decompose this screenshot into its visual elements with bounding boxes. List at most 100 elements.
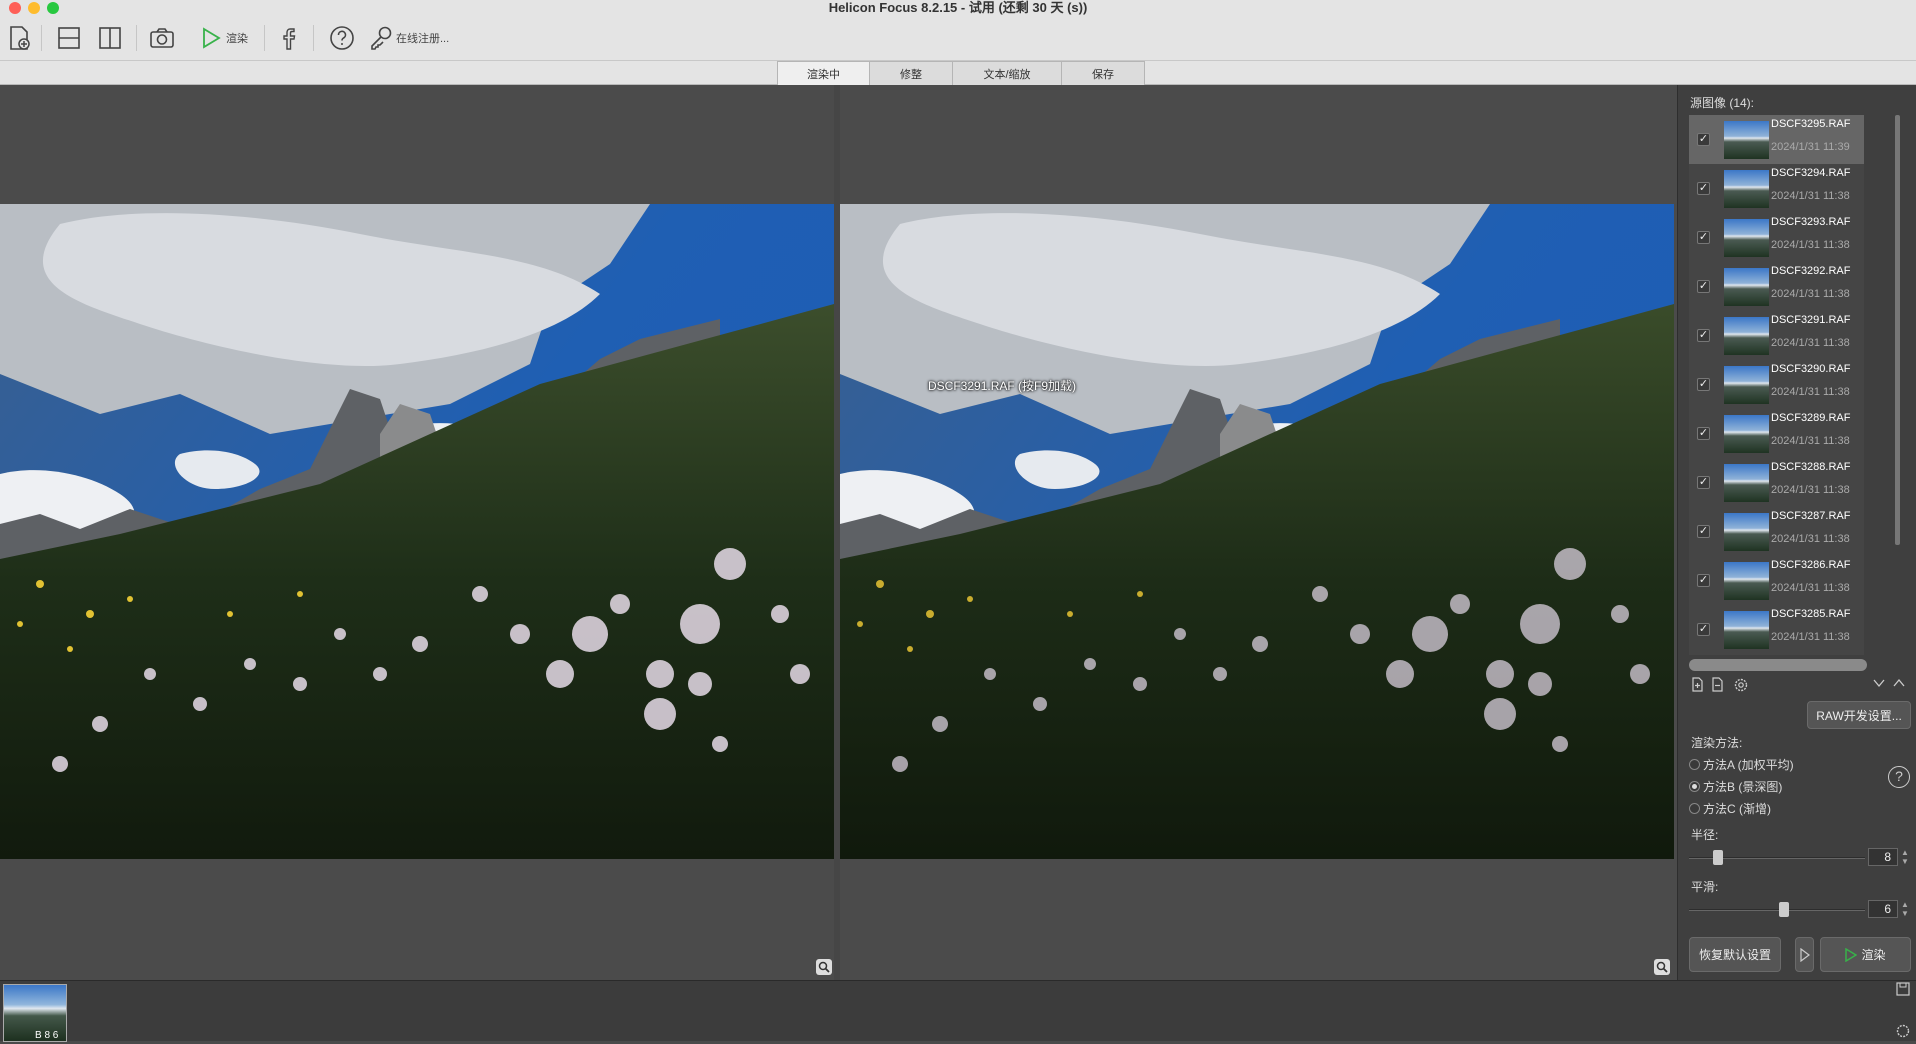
window-title: Helicon Focus 8.2.15 - 试用 (还剩 30 天 (s)) bbox=[828, 0, 1088, 15]
source-date: 2024/1/31 11:38 bbox=[1771, 288, 1850, 300]
zoom-right-button[interactable] bbox=[1654, 959, 1670, 975]
source-image-list[interactable]: ✓ DSCF3295.RAF 2024/1/31 11:39 ✓ DSCF3294.RA… bbox=[1689, 115, 1864, 655]
source-thumbnail bbox=[1724, 316, 1769, 355]
source-thumbnail bbox=[1724, 218, 1769, 257]
source-thumbnail bbox=[1724, 120, 1769, 159]
source-list-vertical-scrollbar[interactable] bbox=[1895, 115, 1900, 545]
help-button[interactable] bbox=[329, 23, 355, 53]
radius-stepper[interactable]: ▲ ▼ bbox=[1899, 848, 1911, 866]
layout-horizontal-button[interactable] bbox=[56, 23, 82, 53]
include-checkbox[interactable]: ✓ bbox=[1697, 329, 1710, 342]
camera-button[interactable] bbox=[148, 23, 176, 53]
settings-gear-small-icon[interactable] bbox=[1733, 677, 1748, 693]
toolbar-separator bbox=[264, 25, 265, 51]
source-list-item[interactable]: ✓ DSCF3290.RAF 2024/1/31 11:38 bbox=[1689, 360, 1864, 409]
include-checkbox[interactable]: ✓ bbox=[1697, 231, 1710, 244]
toolbar: 渲染 在线注册... bbox=[0, 15, 1916, 61]
tab-save[interactable]: 保存 bbox=[1061, 61, 1145, 85]
method-c-radio[interactable] bbox=[1689, 803, 1700, 814]
landscape-photo-right bbox=[840, 204, 1674, 859]
include-checkbox[interactable]: ✓ bbox=[1697, 378, 1710, 391]
register-online-button[interactable]: 在线注册... bbox=[368, 23, 449, 53]
smooth-input[interactable]: 6 bbox=[1868, 900, 1898, 918]
source-list-item[interactable]: ✓ DSCF3289.RAF 2024/1/31 11:38 bbox=[1689, 409, 1864, 458]
source-list-item[interactable]: ✓ DSCF3294.RAF 2024/1/31 11:38 bbox=[1689, 164, 1864, 213]
help-icon bbox=[330, 26, 354, 50]
key-icon bbox=[371, 26, 392, 50]
source-thumbnail bbox=[1724, 463, 1769, 502]
source-filename: DSCF3293.RAF bbox=[1771, 216, 1851, 228]
include-checkbox[interactable]: ✓ bbox=[1697, 427, 1710, 440]
tab-retouch[interactable]: 修整 bbox=[869, 61, 953, 85]
help-circle-icon[interactable]: ? bbox=[1888, 766, 1910, 788]
split-vertical-icon bbox=[99, 27, 121, 49]
source-date: 2024/1/31 11:38 bbox=[1771, 190, 1850, 202]
source-filename: DSCF3288.RAF bbox=[1771, 461, 1851, 473]
save-icon[interactable] bbox=[1895, 981, 1911, 1002]
source-image[interactable] bbox=[840, 204, 1674, 859]
method-a-radio[interactable] bbox=[1689, 759, 1700, 770]
include-checkbox[interactable]: ✓ bbox=[1697, 476, 1710, 489]
zoom-left-button[interactable] bbox=[816, 959, 832, 975]
source-list-item[interactable]: ✓ DSCF3287.RAF 2024/1/31 11:38 bbox=[1689, 507, 1864, 556]
radius-input[interactable]: 8 bbox=[1868, 848, 1898, 866]
remove-file-small-icon[interactable] bbox=[1711, 677, 1725, 693]
magnifier-icon bbox=[818, 961, 830, 973]
source-date: 2024/1/31 11:38 bbox=[1771, 631, 1850, 643]
smooth-slider-knob[interactable] bbox=[1779, 902, 1789, 917]
include-checkbox[interactable]: ✓ bbox=[1697, 133, 1710, 146]
source-list-horizontal-scrollbar[interactable] bbox=[1689, 659, 1867, 671]
play-icon bbox=[1845, 947, 1858, 962]
radius-slider[interactable] bbox=[1689, 850, 1865, 865]
reset-defaults-button[interactable]: 恢复默认设置 bbox=[1689, 937, 1781, 972]
tab-rendering[interactable]: 渲染中 bbox=[777, 61, 870, 85]
source-list-item[interactable]: ✓ DSCF3286.RAF 2024/1/31 11:38 bbox=[1689, 556, 1864, 605]
source-date: 2024/1/31 11:38 bbox=[1771, 484, 1850, 496]
source-filename: DSCF3292.RAF bbox=[1771, 265, 1851, 277]
source-list-item[interactable]: ✓ DSCF3288.RAF 2024/1/31 11:38 bbox=[1689, 458, 1864, 507]
method-c-label: 方法C (渐增) bbox=[1703, 802, 1771, 816]
chevron-down-icon[interactable] bbox=[1872, 677, 1886, 693]
include-checkbox[interactable]: ✓ bbox=[1697, 280, 1710, 293]
source-list-item[interactable]: ✓ DSCF3295.RAF 2024/1/31 11:39 bbox=[1689, 115, 1864, 164]
source-list-item[interactable]: ✓ DSCF3293.RAF 2024/1/31 11:38 bbox=[1689, 213, 1864, 262]
facebook-button[interactable] bbox=[280, 23, 300, 53]
tab-strip: 渲染中 修整 文本/缩放 保存 bbox=[0, 61, 1916, 85]
source-list-item[interactable]: ✓ DSCF3292.RAF 2024/1/31 11:38 bbox=[1689, 262, 1864, 311]
toolbar-render-label: 渲染 bbox=[226, 33, 248, 45]
radius-label: 半径: bbox=[1691, 828, 1719, 842]
include-checkbox[interactable]: ✓ bbox=[1697, 574, 1710, 587]
source-filename: DSCF3291.RAF bbox=[1771, 314, 1851, 326]
source-list-item[interactable]: ✓ DSCF3285.RAF 2024/1/31 11:38 bbox=[1689, 605, 1864, 654]
source-date: 2024/1/31 11:38 bbox=[1771, 239, 1850, 251]
source-list-item[interactable]: ✓ DSCF3291.RAF 2024/1/31 11:38 bbox=[1689, 311, 1864, 360]
raw-settings-button[interactable]: RAW开发设置... bbox=[1807, 701, 1911, 729]
method-b-radio[interactable] bbox=[1689, 781, 1700, 792]
render-button[interactable]: 渲染 bbox=[1820, 937, 1911, 972]
toolbar-render-button[interactable]: 渲染 bbox=[200, 23, 248, 53]
method-b-label: 方法B (景深图) bbox=[1703, 780, 1783, 794]
render-options-button[interactable] bbox=[1795, 937, 1814, 972]
preview-filename-label: DSCF3291.RAF (按F9加载) bbox=[928, 379, 1077, 393]
include-checkbox[interactable]: ✓ bbox=[1697, 525, 1710, 538]
play-outline-icon bbox=[1799, 947, 1810, 962]
smooth-label: 平滑: bbox=[1691, 880, 1719, 894]
source-filename: DSCF3294.RAF bbox=[1771, 167, 1851, 179]
filmstrip-thumbnail-label: B 8 6 bbox=[35, 1030, 59, 1041]
source-thumbnail bbox=[1724, 267, 1769, 306]
source-thumbnail bbox=[1724, 512, 1769, 551]
source-thumbnail bbox=[1724, 414, 1769, 453]
add-file-small-icon[interactable] bbox=[1691, 677, 1705, 693]
smooth-slider[interactable] bbox=[1689, 902, 1865, 917]
radius-slider-knob[interactable] bbox=[1713, 850, 1723, 865]
result-image[interactable] bbox=[0, 204, 834, 859]
include-checkbox[interactable]: ✓ bbox=[1697, 623, 1710, 636]
add-images-button[interactable] bbox=[6, 23, 32, 53]
layout-vertical-button[interactable] bbox=[97, 23, 123, 53]
source-date: 2024/1/31 11:39 bbox=[1771, 141, 1850, 153]
chevron-up-icon[interactable] bbox=[1892, 677, 1906, 693]
include-checkbox[interactable]: ✓ bbox=[1697, 182, 1710, 195]
smooth-stepper[interactable]: ▲ ▼ bbox=[1899, 900, 1911, 918]
source-images-header: 源图像 (14): bbox=[1690, 96, 1755, 110]
tab-text-scale[interactable]: 文本/缩放 bbox=[952, 61, 1062, 85]
